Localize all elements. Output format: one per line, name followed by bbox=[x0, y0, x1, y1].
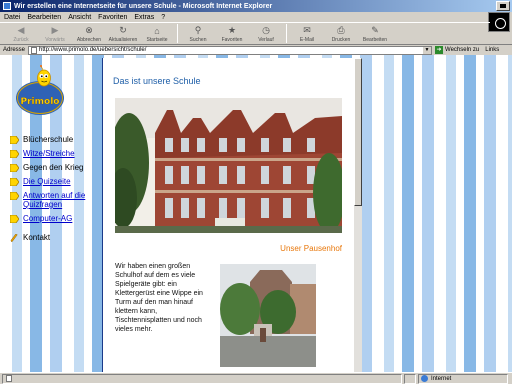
window-title-bar[interactable]: Wir erstellen eine Internetseite für uns… bbox=[0, 0, 512, 12]
pencil-bullet-icon bbox=[10, 136, 19, 144]
address-dropdown-icon[interactable]: ▼ bbox=[423, 46, 432, 54]
edit-icon: ✎ bbox=[371, 25, 379, 35]
pencil-bullet-icon bbox=[10, 192, 19, 200]
nav-label: Blücherschule bbox=[23, 135, 74, 144]
page-title: Das ist unsere Schule bbox=[113, 76, 201, 86]
toolbar-separator bbox=[286, 24, 287, 43]
menu-extras[interactable]: Extras bbox=[134, 14, 154, 21]
menu-favoriten[interactable]: Favoriten bbox=[98, 14, 127, 21]
address-input[interactable]: http://www.primolo.de/uebersicht/schule/… bbox=[28, 45, 433, 55]
pencil-bullet-icon bbox=[10, 178, 19, 186]
search-icon: ⚲ bbox=[194, 25, 202, 35]
sidebar-nav: Blücherschule Witze/Streiche Gegen den K… bbox=[10, 135, 102, 247]
status-bar: Internet bbox=[0, 372, 512, 384]
nav-label: Computer-AG bbox=[23, 214, 73, 223]
nav-label: Witze/Streiche bbox=[23, 149, 75, 158]
globe-icon bbox=[421, 375, 428, 382]
schoolyard-paragraph: Wir haben einen großen Schulhof auf dem … bbox=[115, 263, 203, 333]
favorites-button[interactable]: ★ Favoriten bbox=[215, 23, 249, 44]
status-text-panel bbox=[2, 373, 402, 384]
toolbar-separator bbox=[177, 24, 178, 43]
favorites-icon: ★ bbox=[227, 25, 237, 35]
nav-label: Gegen den Krieg bbox=[23, 163, 84, 172]
menu-datei[interactable]: Datei bbox=[4, 14, 20, 21]
standard-toolbar: ◀ Zurück ▶ Vorwärts ⊗ Abbrechen ↻ Aktual… bbox=[0, 22, 490, 44]
address-url: http://www.primolo.de/uebersicht/schule/ bbox=[39, 47, 147, 53]
scrollbar-thumb[interactable] bbox=[354, 58, 362, 206]
pencil-bullet-icon bbox=[10, 164, 19, 172]
nav-label: Die Quizseite bbox=[23, 177, 71, 186]
content-area: Das ist unsere Schule Unser Pausenhof Wi… bbox=[102, 58, 354, 372]
forward-button[interactable]: ▶ Vorwärts bbox=[38, 23, 72, 44]
search-button[interactable]: ⚲ Suchen bbox=[181, 23, 215, 44]
nav-item-witze-streiche[interactable]: Witze/Streiche bbox=[10, 149, 102, 158]
zone-label: Internet bbox=[431, 375, 452, 382]
print-button[interactable]: ⎙ Drucken bbox=[324, 23, 358, 44]
menu-bearbeiten[interactable]: Bearbeiten bbox=[27, 14, 61, 21]
mail-button[interactable]: ✉ E-Mail bbox=[290, 23, 324, 44]
sidebar: Primolo Blücherschule Witze/Streiche Geg… bbox=[0, 55, 102, 372]
primolo-logo[interactable]: Primolo bbox=[14, 65, 66, 119]
nav-item-quizseite[interactable]: Die Quizseite bbox=[10, 177, 102, 186]
mail-icon: ✉ bbox=[303, 25, 311, 35]
pencil-bullet-icon bbox=[10, 215, 19, 223]
nav-label: Antworten auf die Quizfragen bbox=[23, 191, 86, 209]
stop-icon: ⊗ bbox=[85, 25, 93, 35]
go-button[interactable]: ➜ Wechseln zu bbox=[435, 46, 479, 54]
menu-bar: Datei Bearbeiten Ansicht Favoriten Extra… bbox=[0, 12, 512, 32]
page-viewport: Primolo Blücherschule Witze/Streiche Geg… bbox=[0, 55, 512, 372]
zone-panel: Internet bbox=[418, 373, 508, 384]
history-button[interactable]: ◷ Verlauf bbox=[249, 23, 283, 44]
close-window-button[interactable] bbox=[496, 1, 510, 11]
nav-item-bluecherschule[interactable]: Blücherschule bbox=[10, 135, 102, 144]
edit-button[interactable]: ✎ Bearbeiten bbox=[358, 23, 392, 44]
refresh-button[interactable]: ↻ Aktualisieren bbox=[106, 23, 140, 44]
forward-arrow-icon: ▶ bbox=[51, 25, 59, 35]
nav-item-gegen-den-krieg[interactable]: Gegen den Krieg bbox=[10, 163, 102, 172]
ie-window-icon[interactable] bbox=[3, 2, 11, 10]
pencil-icon bbox=[10, 234, 18, 242]
links-button[interactable]: Links bbox=[485, 47, 499, 53]
back-button[interactable]: ◀ Zurück bbox=[4, 23, 38, 44]
home-button[interactable]: ⌂ Startseite bbox=[140, 23, 174, 44]
back-arrow-icon: ◀ bbox=[17, 25, 25, 35]
window-title: Wir erstellen eine Internetseite für uns… bbox=[14, 2, 273, 10]
school-building-photo bbox=[115, 98, 342, 233]
windows-logo-icon bbox=[488, 12, 510, 32]
page-status-icon bbox=[6, 375, 12, 382]
home-icon: ⌂ bbox=[154, 25, 160, 36]
print-icon: ⎙ bbox=[337, 25, 345, 35]
schoolyard-photo bbox=[220, 264, 316, 367]
refresh-icon: ↻ bbox=[119, 25, 127, 35]
address-label: Adresse bbox=[3, 47, 26, 53]
nav-item-quiz-antworten[interactable]: Antworten auf die Quizfragen bbox=[10, 191, 102, 209]
nav-item-computer-ag[interactable]: Computer-AG bbox=[10, 214, 102, 223]
history-icon: ◷ bbox=[262, 25, 270, 35]
nav-item-kontakt[interactable]: Kontakt bbox=[10, 233, 102, 242]
menu-ansicht[interactable]: Ansicht bbox=[68, 14, 91, 21]
logo-text: Primolo bbox=[21, 97, 60, 107]
menu-help[interactable]: ? bbox=[161, 14, 165, 21]
stop-button[interactable]: ⊗ Abbrechen bbox=[72, 23, 106, 44]
content-scrollbar[interactable] bbox=[354, 58, 362, 372]
page-icon bbox=[31, 46, 38, 54]
security-panel bbox=[404, 373, 416, 384]
photo-caption: Unser Pausenhof bbox=[280, 244, 342, 253]
go-arrow-icon: ➜ bbox=[435, 46, 444, 54]
nav-label: Kontakt bbox=[23, 233, 51, 242]
pencil-bullet-icon bbox=[10, 150, 19, 158]
address-bar: Adresse http://www.primolo.de/uebersicht… bbox=[0, 44, 512, 55]
